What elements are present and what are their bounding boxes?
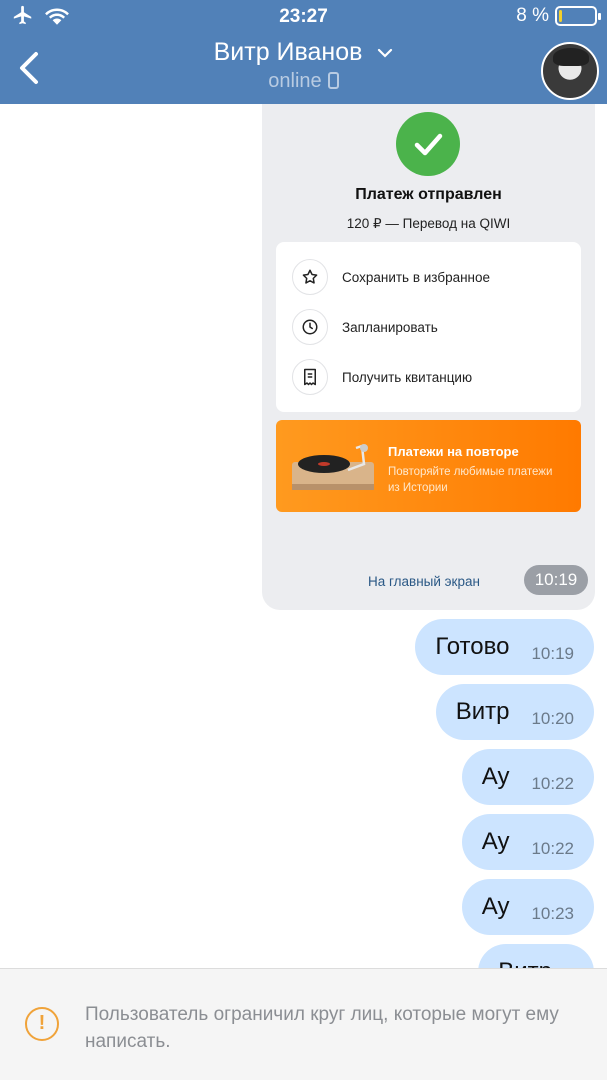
message-time: 10:19 [524,565,588,595]
banner-title: Платежи на повторе [388,444,519,459]
payment-subtitle: 120 ₽ — Перевод на QIWI [346,216,511,231]
banner-subtitle: Повторяйте любимые платежи из Истории [388,466,553,494]
status-bar: 23:27 8 % [0,0,607,34]
message-bubble[interactable]: Готово 10:19 [415,619,594,675]
message-time: 10:19 [531,644,574,663]
repeat-payments-banner[interactable]: Платежи на повторе Повторяйте любимые пл… [276,420,581,512]
message-bubble[interactable]: Ау 10:23 [461,879,594,935]
clock-icon [292,309,328,345]
message-bubble[interactable]: Витр 10:20 [435,684,594,740]
contact-name: Витр Иванов [213,38,363,66]
action-label: Запланировать [342,319,438,335]
status-right: 8 % [516,5,601,27]
contact-status: online [0,70,607,93]
chat-header: 23:27 8 % Витр Иванов online [0,0,607,104]
save-favorite-action[interactable]: Сохранить в избранное [292,258,490,296]
message-bubble[interactable]: Витр [478,944,594,970]
payment-title: Платеж отправлен [355,186,502,203]
write-restriction-notice: ! Пользователь ограничил круг лиц, котор… [0,968,607,1080]
message-text: Готово [435,633,510,660]
check-icon [396,112,460,176]
chevron-down-icon [378,49,393,58]
message-time: 10:22 [531,839,574,858]
battery-percent: 8 % [516,5,549,26]
battery-icon [555,6,601,26]
chat-title[interactable]: Витр Иванов [0,38,607,67]
action-label: Сохранить в избранное [342,269,491,285]
action-label: Получить квитанцию [342,369,473,385]
online-label: online [268,70,322,92]
battery-level [559,10,562,22]
message-time: 10:22 [531,774,574,793]
notice-text: Пользователь ограничил круг лиц, которые… [85,1004,559,1052]
chat-screen: 23:27 8 % Витр Иванов online Платеж отпр… [0,0,607,1080]
avatar[interactable] [541,42,599,100]
payment-card: Платеж отправлен 120 ₽ — Перевод на QIWI… [262,104,595,610]
message-text: Ау [481,828,510,855]
home-screen-link[interactable]: На главный экран [368,574,480,589]
turntable-icon [292,444,374,490]
message-time: 10:20 [531,709,574,728]
receipt-icon [292,359,328,395]
message-bubble[interactable]: Ау 10:22 [461,749,594,805]
receipt-action[interactable]: Получить квитанцию [292,358,472,396]
schedule-action[interactable]: Запланировать [292,308,438,346]
warning-icon: ! [25,1007,59,1041]
message-time: 10:23 [531,904,574,923]
payment-actions: Сохранить в избранное Запланировать Полу… [276,242,581,412]
mobile-phone-icon [327,72,339,89]
star-icon [292,259,328,295]
message-bubble[interactable]: Ау 10:22 [461,814,594,870]
message-text: Витр [455,698,510,725]
message-text: Ау [481,893,510,920]
message-list[interactable]: Платеж отправлен 120 ₽ — Перевод на QIWI… [0,104,607,970]
message-text: Ау [481,763,510,790]
avatar-hair [553,48,589,66]
